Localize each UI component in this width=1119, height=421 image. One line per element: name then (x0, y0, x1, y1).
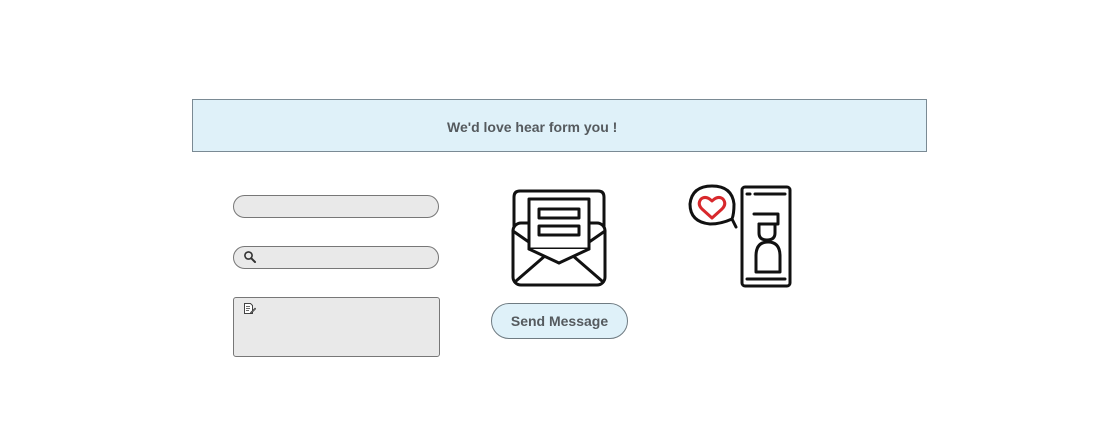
search-icon (244, 251, 256, 263)
search-field[interactable] (233, 246, 439, 269)
open-envelope-icon (511, 189, 607, 287)
banner-title: We'd love hear form you ! (447, 119, 618, 135)
message-field[interactable] (233, 297, 440, 357)
name-input[interactable] (244, 198, 428, 215)
header-banner: We'd love hear form you ! (192, 99, 927, 152)
phone-contact-heart-icon (688, 184, 792, 288)
search-input[interactable] (258, 249, 428, 266)
message-input[interactable] (258, 302, 433, 352)
send-message-button[interactable]: Send Message (491, 303, 628, 339)
edit-icon (244, 303, 256, 314)
name-field[interactable] (233, 195, 439, 218)
